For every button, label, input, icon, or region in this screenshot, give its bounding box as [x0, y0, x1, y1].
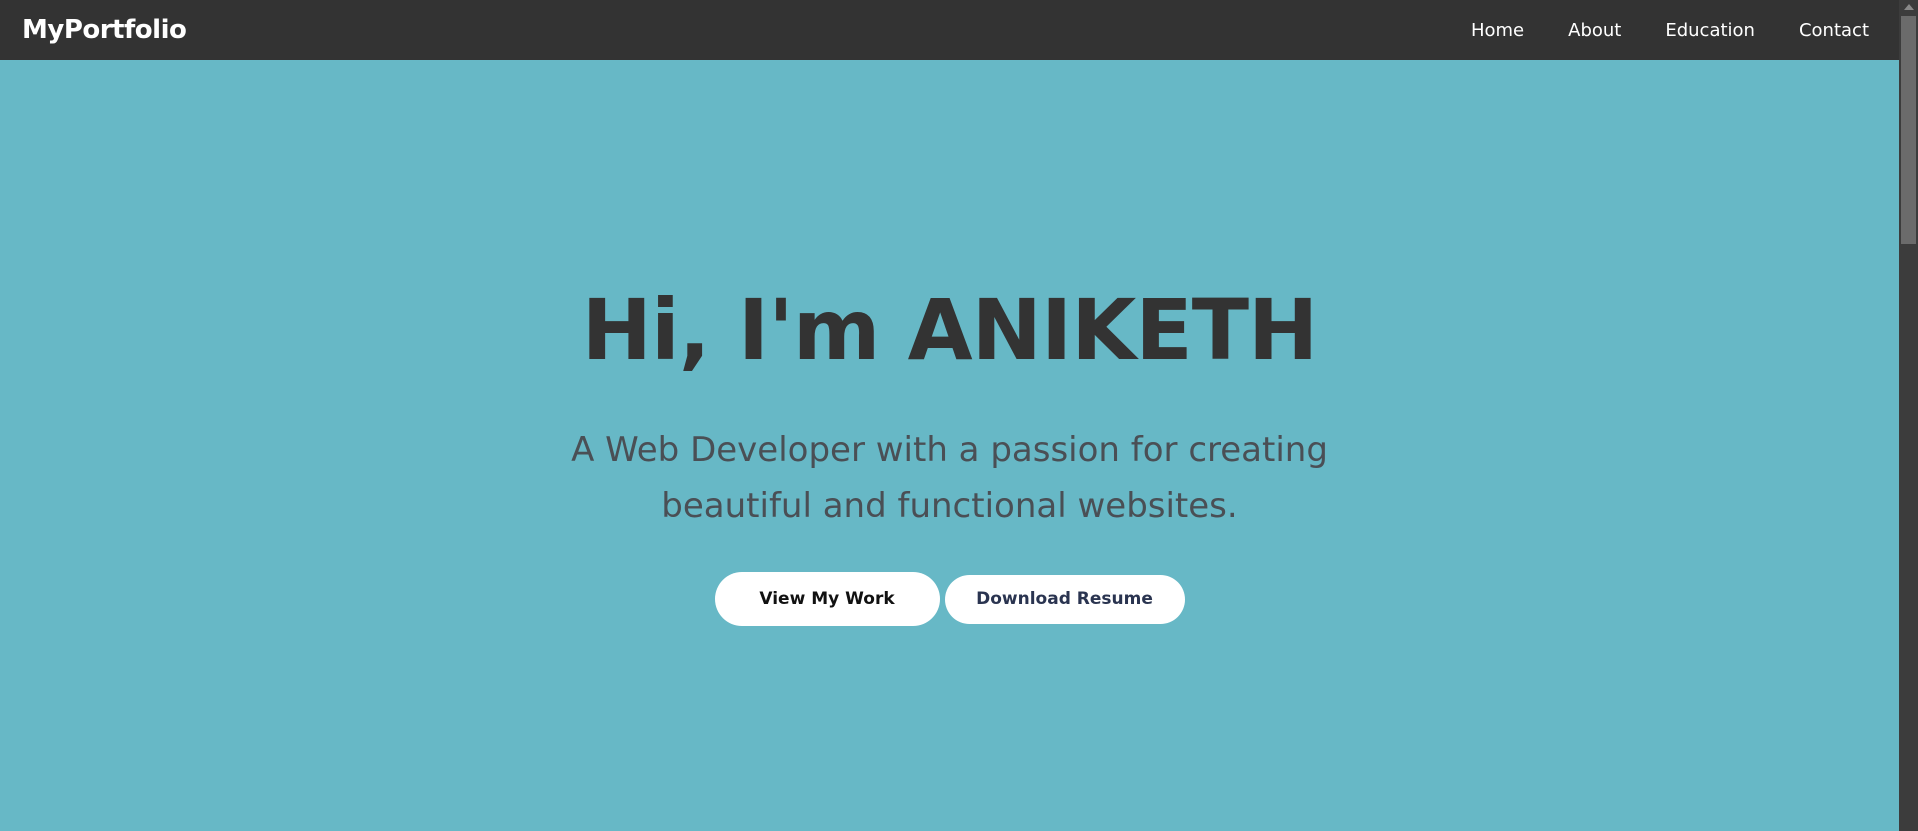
nav-link-home[interactable]: Home	[1471, 20, 1524, 41]
nav-links: Home About Education Contact	[1471, 20, 1869, 41]
navbar: MyPortfolio Home About Education Contact	[0, 0, 1899, 60]
nav-link-about[interactable]: About	[1568, 20, 1621, 41]
vertical-scrollbar[interactable]	[1899, 0, 1918, 831]
download-resume-button[interactable]: Download Resume	[944, 574, 1185, 624]
hero-title: Hi, I'm ANIKETH	[581, 281, 1319, 379]
brand-logo[interactable]: MyPortfolio	[22, 15, 187, 45]
nav-link-education[interactable]: Education	[1665, 20, 1755, 41]
hero-buttons: View My Work Download Resume	[714, 572, 1185, 626]
view-my-work-button[interactable]: View My Work	[714, 572, 940, 626]
scroll-up-arrow-icon[interactable]	[1899, 0, 1918, 14]
hero-section: Hi, I'm ANIKETH A Web Developer with a p…	[0, 60, 1899, 831]
nav-link-contact[interactable]: Contact	[1799, 20, 1869, 41]
hero-subtitle: A Web Developer with a passion for creat…	[571, 430, 1328, 526]
scrollbar-thumb[interactable]	[1901, 16, 1916, 244]
